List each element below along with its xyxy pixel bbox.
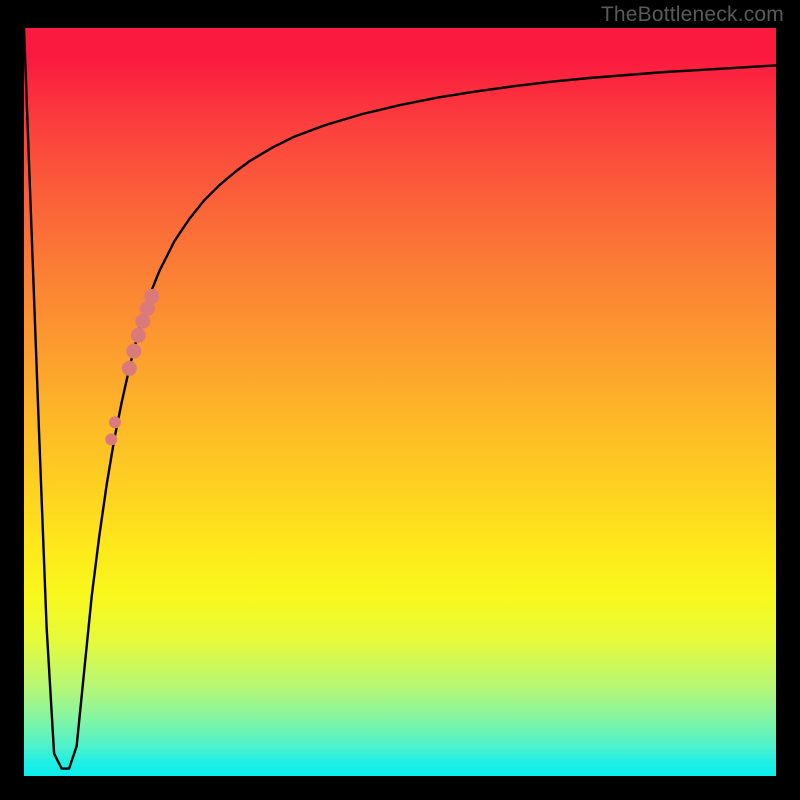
data-marker	[126, 344, 141, 359]
watermark-text: TheBottleneck.com	[601, 3, 784, 27]
plot-area	[24, 28, 776, 776]
data-markers	[105, 289, 159, 445]
data-marker	[109, 416, 121, 428]
data-marker	[135, 314, 150, 329]
data-marker	[144, 289, 159, 304]
bottleneck-curve	[24, 28, 776, 769]
chart-frame: TheBottleneck.com	[0, 0, 800, 800]
chart-svg	[24, 28, 776, 776]
data-marker	[131, 328, 146, 343]
data-marker	[122, 361, 137, 376]
data-marker	[105, 433, 117, 445]
